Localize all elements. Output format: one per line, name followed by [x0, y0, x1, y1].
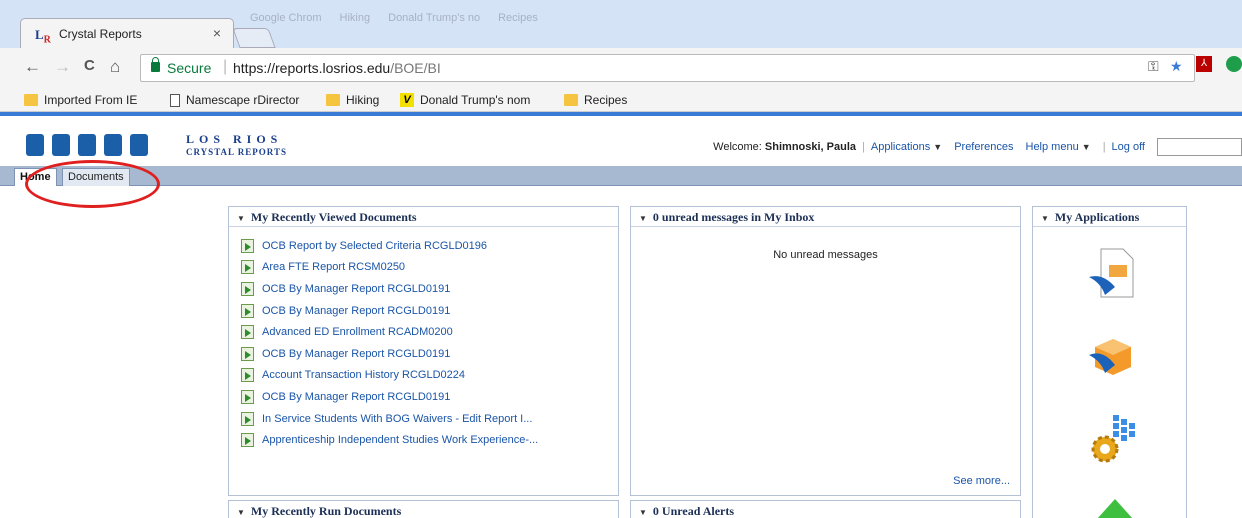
- browser-toolbar: ← → C ⌂ Secure | https://reports.losrios…: [0, 48, 1242, 90]
- inbox-portlet: ▼ 0 unread messages in My Inbox No unread…: [630, 206, 1021, 496]
- document-icon: [241, 238, 254, 253]
- list-item[interactable]: Account Transaction History RCGLD0224: [241, 365, 618, 387]
- bookmark-recipes[interactable]: Recipes: [564, 93, 627, 107]
- bookmark-namescape[interactable]: Namescape rDirector: [170, 93, 310, 107]
- forward-arrow-icon[interactable]: →: [54, 57, 71, 77]
- app-logo: LOS RIOS CRYSTAL REPORTS: [186, 132, 287, 157]
- document-icon: [241, 368, 254, 383]
- gear-settings-icon[interactable]: [1087, 413, 1137, 467]
- pdf-extension-icon[interactable]: ⅄: [1196, 56, 1212, 72]
- collapse-arrow-icon: ▼: [237, 508, 245, 517]
- bookmark-donald-trump[interactable]: V Donald Trump's nom: [400, 93, 550, 107]
- list-item[interactable]: OCB By Manager Report RCGLD0191: [241, 300, 618, 322]
- back-arrow-icon[interactable]: ←: [24, 57, 41, 77]
- user-name: Shimnoski, Paula: [764, 141, 857, 153]
- recently-viewed-portlet: ▼ My Recently Viewed Documents OCB Report…: [228, 206, 619, 496]
- bookmark-imported-from-ie[interactable]: Imported From IE: [24, 93, 137, 107]
- list-item[interactable]: OCB By Manager Report RCGLD0191: [241, 386, 618, 408]
- portlet-header[interactable]: ▼ My Recently Viewed Documents: [229, 207, 618, 227]
- bookmark-hiking[interactable]: Hiking: [326, 93, 379, 107]
- document-icon: [241, 260, 254, 275]
- recently-run-portlet: ▼ My Recently Run Documents: [228, 500, 619, 518]
- list-item[interactable]: OCB By Manager Report RCGLD0191: [241, 278, 618, 300]
- portlet-header[interactable]: ▼ My Recently Run Documents: [229, 501, 618, 518]
- see-more-link[interactable]: See more...: [953, 475, 1010, 487]
- browser-tab-crystal-reports[interactable]: LR Crystal Reports ×: [20, 18, 234, 48]
- college-logos: [26, 134, 148, 156]
- app-header: LOS RIOS CRYSTAL REPORTS Welcome: Shimno…: [0, 116, 1242, 166]
- college-logo-icon: [104, 134, 122, 156]
- collapse-arrow-icon: ▼: [237, 214, 245, 223]
- browser-tab-title: Crystal Reports: [59, 27, 142, 41]
- background-tab[interactable]: Hiking: [340, 12, 371, 24]
- secure-label: Secure: [167, 60, 212, 76]
- alerts-portlet: ▼ 0 Unread Alerts: [630, 500, 1021, 518]
- green-pyramid-icon[interactable]: [1095, 497, 1135, 518]
- portlet-header[interactable]: ▼ 0 Unread Alerts: [631, 501, 1020, 518]
- collapse-arrow-icon: ▼: [639, 214, 647, 223]
- list-item[interactable]: Apprenticeship Independent Studies Work …: [241, 429, 618, 451]
- url-divider: |: [223, 58, 228, 75]
- cube-app-icon[interactable]: [1089, 333, 1137, 379]
- caret-down-icon: ▼: [933, 142, 943, 152]
- collapse-arrow-icon: ▼: [639, 508, 647, 517]
- applications-portlet: ▼ My Applications: [1032, 206, 1187, 518]
- background-tab[interactable]: Recipes: [498, 12, 538, 24]
- folder-icon: [24, 94, 38, 106]
- college-logo-icon: [26, 134, 44, 156]
- v-icon: V: [400, 93, 414, 107]
- report-document-icon[interactable]: [1089, 247, 1135, 301]
- applications-menu[interactable]: Applications ▼: [871, 141, 942, 153]
- red-highlight-circle: [25, 160, 160, 208]
- url-text[interactable]: https://reports.losrios.edu/BOE/BI: [233, 60, 441, 76]
- document-icon: [241, 411, 254, 426]
- browser-titlebar: Google Chrom Hiking Donald Trump's no Re…: [0, 0, 1242, 48]
- list-item[interactable]: OCB Report by Selected Criteria RCGLD019…: [241, 235, 618, 257]
- portlet-header[interactable]: ▼ 0 unread messages in My Inbox: [631, 207, 1020, 227]
- college-logo-icon: [52, 134, 70, 156]
- document-icon: [241, 303, 254, 318]
- collapse-arrow-icon: ▼: [1041, 214, 1049, 223]
- list-item[interactable]: Area FTE Report RCSM0250: [241, 257, 618, 279]
- recent-documents-list: OCB Report by Selected Criteria RCGLD019…: [229, 227, 618, 451]
- new-tab-button[interactable]: [232, 28, 276, 48]
- document-icon: [241, 389, 254, 404]
- app-tabstrip: Home Documents: [0, 166, 1242, 186]
- reload-icon[interactable]: C: [84, 57, 95, 74]
- losrios-favicon-icon: LR: [35, 27, 51, 46]
- background-tab[interactable]: Donald Trump's no: [388, 12, 480, 24]
- college-logo-icon: [130, 134, 148, 156]
- folder-icon: [564, 94, 578, 106]
- close-tab-icon[interactable]: ×: [213, 25, 221, 41]
- log-off-link[interactable]: Log off: [1112, 141, 1145, 153]
- lock-icon: [151, 57, 160, 72]
- list-item[interactable]: In Service Students With BOG Waivers - E…: [241, 408, 618, 430]
- document-icon: [241, 433, 254, 448]
- background-tabs: Google Chrom Hiking Donald Trump's no Re…: [250, 12, 538, 24]
- college-logo-icon: [78, 134, 96, 156]
- extension-icon[interactable]: [1226, 56, 1242, 72]
- document-icon: [241, 281, 254, 296]
- header-search-input[interactable]: [1157, 138, 1242, 156]
- header-nav: Welcome: Shimnoski, Paula | Applications…: [713, 138, 1242, 156]
- list-item[interactable]: Advanced ED Enrollment RCADM0200: [241, 321, 618, 343]
- folder-icon: [326, 94, 340, 106]
- home-icon[interactable]: ⌂: [110, 57, 120, 77]
- document-icon: [241, 346, 254, 361]
- no-messages-text: No unread messages: [773, 249, 878, 261]
- document-icon: [241, 325, 254, 340]
- page-icon: [170, 93, 180, 107]
- bookmarks-bar: Imported From IE Namescape rDirector Hik…: [0, 90, 1242, 112]
- welcome-text: Welcome: Shimnoski, Paula: [713, 141, 857, 153]
- list-item[interactable]: OCB By Manager Report RCGLD0191: [241, 343, 618, 365]
- portlet-header[interactable]: ▼ My Applications: [1033, 207, 1186, 227]
- preferences-link[interactable]: Preferences: [954, 141, 1013, 153]
- address-bar[interactable]: Secure | https://reports.losrios.edu/BOE…: [140, 54, 1195, 82]
- bookmark-star-icon[interactable]: ★: [1170, 58, 1183, 75]
- background-tab[interactable]: Google Chrom: [250, 12, 322, 24]
- caret-down-icon: ▼: [1081, 142, 1091, 152]
- key-icon[interactable]: ⚿: [1148, 58, 1159, 75]
- help-menu[interactable]: Help menu ▼: [1026, 141, 1091, 153]
